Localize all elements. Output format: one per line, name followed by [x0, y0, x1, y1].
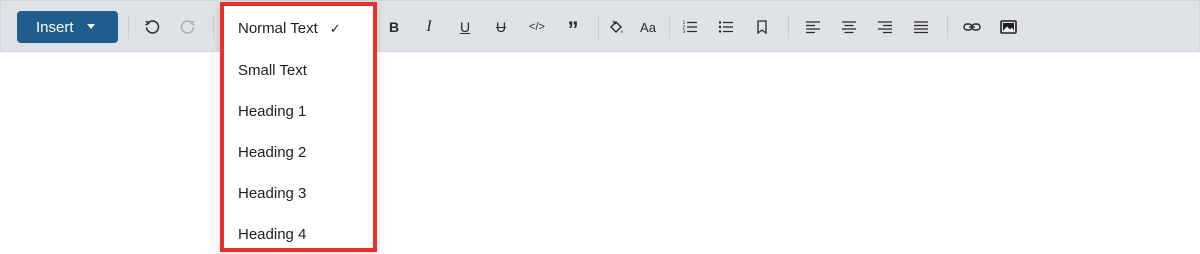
bold-button[interactable]: B — [382, 15, 406, 39]
toolbar-divider — [788, 15, 789, 39]
align-justify-button[interactable] — [909, 15, 933, 39]
link-icon — [963, 23, 981, 31]
insert-button[interactable]: Insert — [17, 11, 118, 43]
redo-icon — [180, 20, 195, 34]
undo-icon — [145, 20, 160, 34]
underline-icon: U — [459, 19, 471, 35]
strikethrough-icon: U — [495, 19, 507, 35]
bookmark-button[interactable] — [750, 15, 774, 39]
code-icon: </> — [529, 21, 545, 33]
toolbar-divider — [213, 15, 214, 39]
underline-button[interactable]: U — [453, 15, 477, 39]
ordered-list-button[interactable]: 1 2 3 — [678, 15, 702, 39]
code-button[interactable]: </> — [525, 15, 549, 39]
strikethrough-button[interactable]: U — [489, 15, 513, 39]
align-left-icon — [806, 21, 820, 34]
italic-icon: I — [426, 18, 432, 35]
align-center-button[interactable] — [837, 15, 861, 39]
redo-button[interactable] — [176, 15, 200, 39]
insert-image-button[interactable] — [996, 15, 1020, 39]
quote-icon: ” — [567, 17, 579, 42]
editor-toolbar: Insert B I U U </> ” Aa 1 2 3 — [0, 0, 1200, 52]
fill-color-button[interactable] — [604, 15, 628, 39]
align-right-icon — [878, 21, 892, 34]
align-justify-icon — [914, 21, 928, 34]
align-left-button[interactable] — [801, 15, 825, 39]
ordered-list-icon: 1 2 3 — [683, 20, 697, 35]
checkmark-icon: ✓ — [329, 21, 341, 36]
undo-button[interactable] — [140, 15, 164, 39]
link-button[interactable] — [960, 15, 984, 39]
font-size-button[interactable]: Aa — [636, 15, 660, 39]
toolbar-divider — [669, 15, 670, 39]
image-icon — [999, 20, 1017, 34]
align-center-icon — [842, 21, 856, 34]
bold-icon: B — [388, 19, 400, 35]
caret-down-icon — [87, 24, 95, 29]
bullet-list-icon — [718, 21, 733, 33]
insert-button-label: Insert — [36, 18, 74, 36]
bullet-list-button[interactable] — [714, 15, 738, 39]
align-right-button[interactable] — [873, 15, 897, 39]
editor-content-area[interactable] — [0, 52, 1200, 254]
font-size-icon: Aa — [640, 19, 656, 35]
toolbar-divider — [128, 15, 129, 39]
menu-item-normal-text[interactable]: Normal Text ✓ — [238, 20, 341, 37]
italic-button[interactable]: I — [417, 15, 441, 39]
bookmark-icon — [757, 20, 767, 35]
svg-text:3: 3 — [683, 29, 686, 35]
toolbar-divider — [598, 15, 599, 39]
quote-button[interactable]: ” — [561, 15, 585, 42]
fill-color-icon — [610, 20, 623, 33]
toolbar-divider — [947, 15, 948, 39]
menu-item-label: Normal Text — [238, 20, 318, 37]
